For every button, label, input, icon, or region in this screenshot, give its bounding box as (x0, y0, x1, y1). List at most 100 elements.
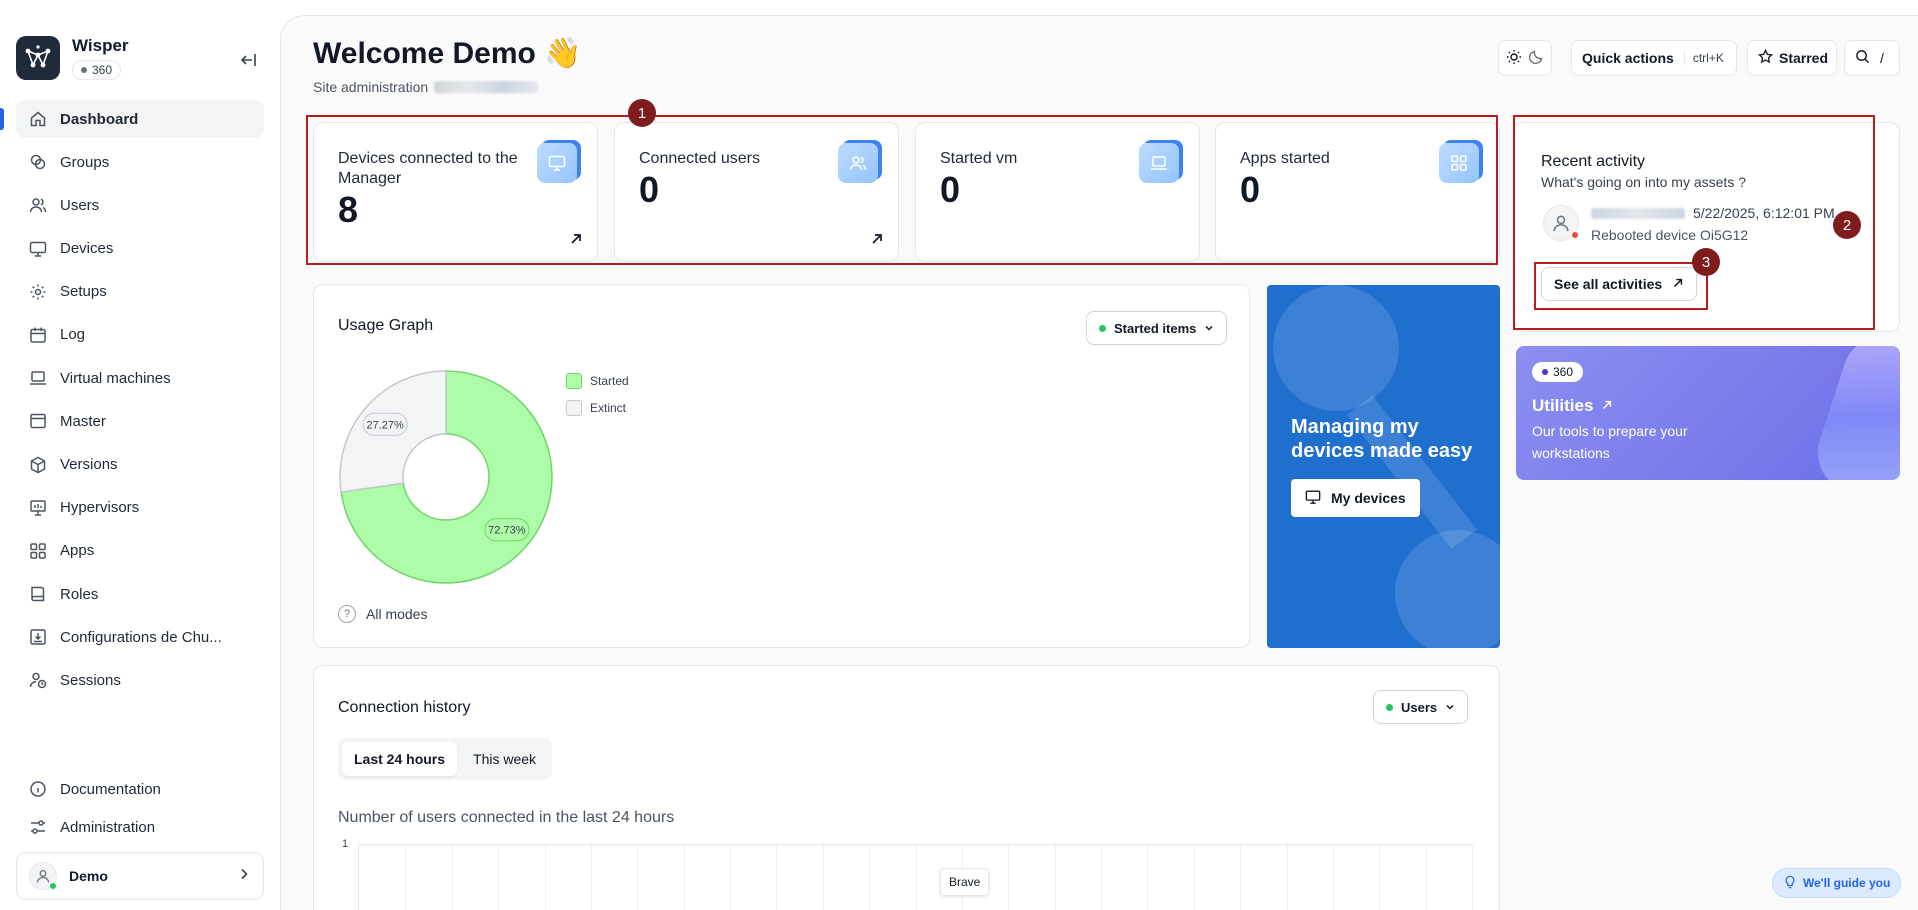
decorative-circle (1273, 285, 1399, 411)
usage-graph-card: Usage Graph Started items 72.73% 27.27% S… (313, 284, 1250, 648)
sidebar-item-documentation[interactable]: Documentation (16, 770, 264, 808)
monitor-icon (28, 239, 48, 259)
annotation-badge-3: 3 (1692, 248, 1720, 276)
grid-line (1425, 845, 1427, 910)
sun-icon[interactable] (1506, 49, 1522, 68)
sidebar-item-roles[interactable]: Roles (16, 575, 264, 613)
collapse-sidebar-icon[interactable] (236, 48, 260, 72)
utilities-card[interactable]: 360 Utilities Our tools to prepare your … (1516, 346, 1900, 480)
sidebar-item-dashboard[interactable]: Dashboard (16, 100, 264, 138)
svg-text:27.27%: 27.27% (367, 419, 405, 431)
usage-graph-title: Usage Graph (338, 317, 434, 334)
brand-name: Wisper (72, 36, 129, 55)
sidebar-item-apps[interactable]: Apps (16, 532, 264, 570)
theme-toggle[interactable] (1498, 40, 1552, 76)
grid-line (730, 845, 731, 910)
usage-donut-chart: 72.73% 27.27% (339, 370, 553, 584)
sidebar-item-administration[interactable]: Administration (16, 808, 264, 846)
pie-label-extinct: 27.27% (362, 412, 408, 436)
sidebar: Wisper 360 Dashboard Groups Users Device… (0, 0, 280, 910)
tab-this-week[interactable]: This week (461, 742, 548, 776)
book-icon (28, 584, 48, 604)
users-dropdown[interactable]: Users (1373, 690, 1469, 724)
grid-icon (28, 541, 48, 561)
brand[interactable]: Wisper 360 (16, 36, 129, 80)
sidebar-item-master[interactable]: Master (16, 402, 264, 440)
utilities-badge: 360 (1532, 362, 1584, 382)
avatar (29, 862, 57, 890)
connection-history-title: Connection history (338, 699, 471, 716)
grid-line (498, 845, 500, 910)
sidebar-item-hypervisors[interactable]: Hypervisors (16, 489, 264, 527)
lightbulb-icon (1783, 875, 1797, 892)
sliders-icon (28, 817, 48, 837)
grid-line (683, 845, 685, 910)
connection-history-card: Connection history Users Last 24 hours T… (313, 665, 1500, 910)
starred-button[interactable]: Starred (1747, 40, 1837, 76)
sidebar-item-groups[interactable]: Groups (16, 143, 264, 181)
monitor-icon (1305, 489, 1321, 508)
sidebar-item-versions[interactable]: Versions (16, 446, 264, 484)
active-indicator (0, 108, 4, 130)
chevron-down-icon (1445, 700, 1455, 715)
grid-line (915, 845, 917, 910)
grid-line (1472, 845, 1473, 910)
promo-title: Managing my devices made easy (1291, 416, 1473, 462)
y-axis-tick: 1 (342, 838, 349, 850)
laptop-icon (28, 368, 48, 388)
annotation-box-1 (306, 115, 1498, 265)
legend-item-extinct[interactable]: Extinct (566, 400, 629, 416)
annotation-box-3 (1534, 262, 1708, 310)
star-icon (1757, 48, 1774, 67)
annotation-badge-1: 1 (628, 99, 656, 127)
chevron-down-icon (1204, 321, 1214, 336)
grid-line (1054, 845, 1056, 910)
question-icon: ? (338, 605, 356, 623)
all-modes[interactable]: ? All modes (338, 605, 427, 623)
pie-label-started: 72.73% (484, 518, 530, 542)
sidebar-item-configurations[interactable]: Configurations de Chu... (16, 618, 264, 656)
guide-button[interactable]: We'll guide you (1772, 868, 1902, 898)
connection-chart-subtitle: Number of users connected in the last 24… (338, 809, 675, 826)
grid-line (1147, 845, 1149, 910)
sidebar-item-devices[interactable]: Devices (16, 230, 264, 268)
grid-line (1286, 845, 1288, 910)
wisper-logo-icon (16, 36, 60, 80)
search-button[interactable]: / (1844, 40, 1900, 76)
search-icon (1855, 49, 1870, 67)
connection-chart-grid (358, 844, 1473, 910)
blurred-site-name (434, 81, 539, 93)
legend-item-started[interactable]: Started (566, 373, 629, 389)
grid-line (451, 845, 453, 910)
window-icon (28, 411, 48, 431)
chart-legend: Started Extinct (566, 373, 629, 427)
annotation-badge-2: 2 (1833, 211, 1861, 239)
sidebar-item-virtual-machines[interactable]: Virtual machines (16, 359, 264, 397)
page-subtitle: Site administration (313, 79, 539, 95)
grid-line (590, 845, 592, 910)
utilities-title: Utilities (1532, 396, 1613, 416)
grid-line (1240, 845, 1242, 910)
sidebar-item-users[interactable]: Users (16, 186, 264, 224)
grid-line (1379, 845, 1381, 910)
tab-last-24-hours[interactable]: Last 24 hours (342, 742, 458, 776)
home-icon (28, 109, 48, 129)
user-menu[interactable]: Demo (16, 852, 264, 900)
presentation-icon (28, 498, 48, 518)
grid-line (776, 845, 778, 910)
moon-icon[interactable] (1528, 49, 1544, 68)
sidebar-item-log[interactable]: Log (16, 316, 264, 354)
sidebar-bottom: Documentation Administration (16, 770, 264, 846)
grid-line (637, 845, 639, 910)
my-devices-button[interactable]: My devices (1291, 479, 1420, 517)
svg-text:72.73%: 72.73% (488, 525, 526, 537)
sidebar-item-setups[interactable]: Setups (16, 273, 264, 311)
grid-line (1101, 845, 1102, 910)
sidebar-item-sessions[interactable]: Sessions (16, 661, 264, 699)
started-items-dropdown[interactable]: Started items (1086, 311, 1228, 345)
sidebar-nav: Dashboard Groups Users Devices Setups Lo… (16, 100, 264, 705)
quick-actions-button[interactable]: Quick actions ctrl+K (1571, 40, 1737, 76)
chart-tooltip: Brave (940, 868, 990, 896)
grid-line (1193, 845, 1195, 910)
grid-line (1008, 845, 1010, 910)
